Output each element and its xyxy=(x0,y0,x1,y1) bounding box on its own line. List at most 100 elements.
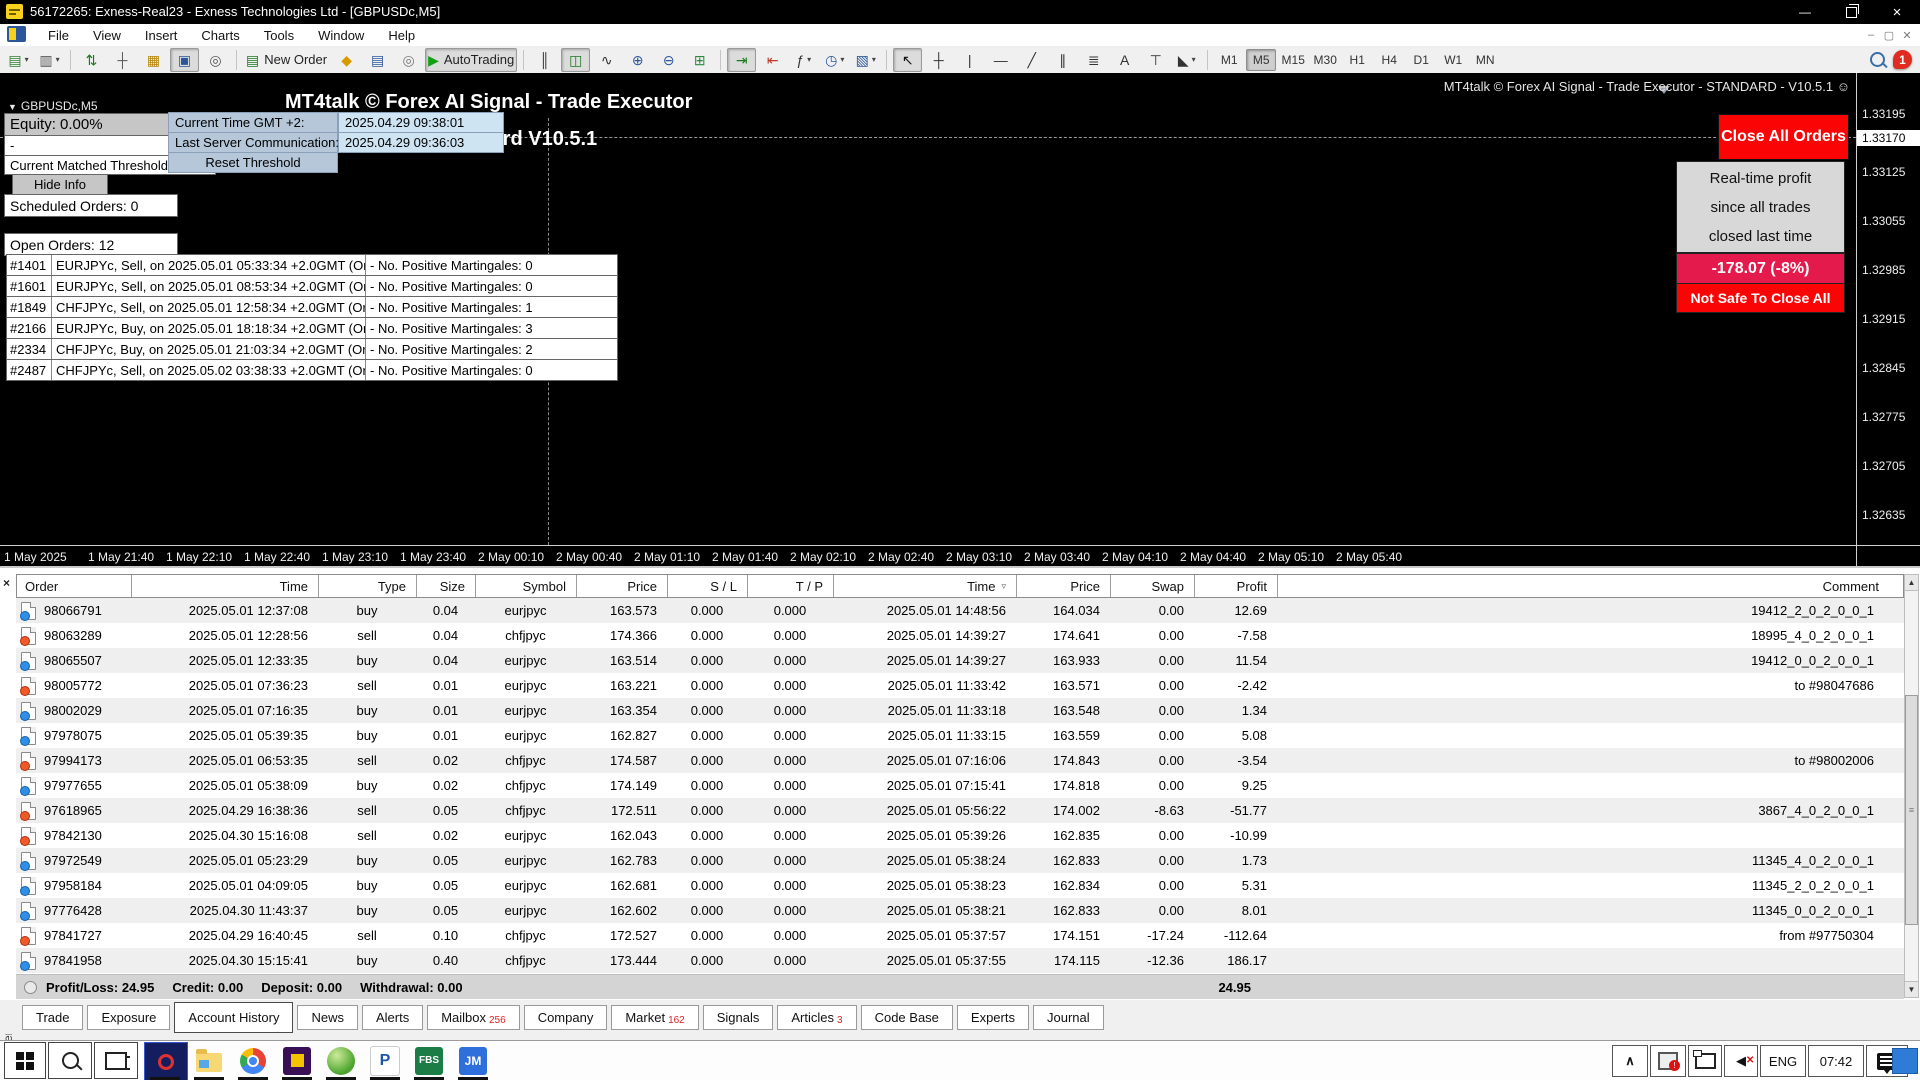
tray-network-icon[interactable] xyxy=(1688,1045,1722,1077)
timeframe-m1[interactable]: M1 xyxy=(1214,49,1244,71)
timeframe-mn[interactable]: MN xyxy=(1470,49,1500,71)
column-header-comment[interactable]: Comment xyxy=(1278,575,1889,597)
column-header-sl[interactable]: S / L xyxy=(668,575,748,597)
tab-market[interactable]: Market 162 xyxy=(611,1005,699,1030)
chart-area[interactable]: MT4talk © Forex AI Signal - Trade Execut… xyxy=(0,73,1920,566)
tab-journal[interactable]: Journal xyxy=(1032,1005,1104,1030)
tray-app-icon[interactable] xyxy=(1892,1048,1918,1074)
timeframe-m15[interactable]: M15 xyxy=(1278,49,1308,71)
history-row[interactable]: 98002029 2025.05.01 07:16:35 buy 0.01 eurjpy… xyxy=(16,698,1904,723)
line-chart-button[interactable]: ∿ xyxy=(592,48,621,72)
tab-news[interactable]: News xyxy=(297,1005,358,1030)
crosshair-button[interactable]: ┼ xyxy=(924,48,953,72)
history-row[interactable]: 97842130 2025.04.30 15:16:08 sell 0.02 eurjp… xyxy=(16,823,1904,848)
hide-info-button[interactable]: Hide Info xyxy=(12,174,108,195)
data-window-button[interactable]: ┼ xyxy=(108,48,137,72)
taskbar-app-terminal-green[interactable] xyxy=(320,1042,362,1079)
column-header-price[interactable]: Price xyxy=(577,575,668,597)
tab-code-base[interactable]: Code Base xyxy=(860,1005,953,1030)
reset-threshold-button[interactable]: Reset Threshold xyxy=(168,152,338,173)
start-button[interactable] xyxy=(4,1042,46,1079)
timeframe-d1[interactable]: D1 xyxy=(1406,49,1436,71)
bar-chart-button[interactable]: ║ xyxy=(530,48,559,72)
autotrading-button[interactable]: ▶ AutoTrading xyxy=(425,47,518,72)
tab-account-history[interactable]: Account History xyxy=(174,1002,294,1033)
history-row[interactable]: 97841958 2025.04.30 15:15:41 buy 0.40 chfjpy… xyxy=(16,948,1904,973)
menu-item-window[interactable]: Window xyxy=(306,28,376,43)
tab-company[interactable]: Company xyxy=(523,1005,608,1030)
tab-exposure[interactable]: Exposure xyxy=(87,1005,171,1030)
market-watch-button[interactable]: ⇅ xyxy=(77,48,106,72)
fibonacci-button[interactable]: ≣ xyxy=(1079,48,1108,72)
column-header-swap[interactable]: Swap xyxy=(1111,575,1195,597)
language-indicator[interactable]: ENG xyxy=(1760,1045,1806,1077)
equidistant-channel-button[interactable]: ∥ xyxy=(1048,48,1077,72)
history-row[interactable]: 98065507 2025.05.01 12:33:35 buy 0.04 eurjpy… xyxy=(16,648,1904,673)
column-header-price[interactable]: Price xyxy=(1017,575,1111,597)
history-row[interactable]: 97618965 2025.04.29 16:38:36 sell 0.05 chfjp… xyxy=(16,798,1904,823)
chart-close-button[interactable]: ✕ xyxy=(1898,29,1916,42)
history-row[interactable]: 97977655 2025.05.01 05:38:09 buy 0.02 chfjpy… xyxy=(16,773,1904,798)
chart-symbol-label[interactable]: ▼ GBPUSDc,M5 xyxy=(8,99,98,113)
menu-item-insert[interactable]: Insert xyxy=(133,28,190,43)
terminal-close-icon[interactable]: × xyxy=(3,576,10,590)
vertical-line-button[interactable]: | xyxy=(955,48,984,72)
history-row[interactable]: 97978075 2025.05.01 05:39:35 buy 0.01 eurjpy… xyxy=(16,723,1904,748)
menu-item-charts[interactable]: Charts xyxy=(189,28,251,43)
tray-volume-icon[interactable]: ◀ ✕ xyxy=(1724,1045,1758,1077)
timeframe-h1[interactable]: H1 xyxy=(1342,49,1372,71)
history-row[interactable]: 97776428 2025.04.30 11:43:37 buy 0.05 eurjpy… xyxy=(16,898,1904,923)
arrows-button[interactable]: ⊤ xyxy=(1141,48,1170,72)
menu-item-help[interactable]: Help xyxy=(376,28,427,43)
auto-scroll-button[interactable]: ⇥ xyxy=(727,47,757,72)
chart-restore-button[interactable]: ▢ xyxy=(1880,29,1898,42)
taskbar-app-explorer[interactable] xyxy=(188,1042,230,1079)
new-chart-button[interactable]: ▤ ▾ xyxy=(4,48,33,72)
zoom-in-button[interactable]: ⊕ xyxy=(623,48,652,72)
notification-badge[interactable]: 1 xyxy=(1893,50,1912,69)
zoom-out-button[interactable]: ⊖ xyxy=(654,48,683,72)
menu-item-file[interactable]: File xyxy=(36,28,81,43)
periods-button[interactable]: ◷ ▾ xyxy=(820,48,849,72)
clock[interactable]: 07:42 xyxy=(1808,1045,1864,1077)
taskbar-app-pepperstone[interactable]: P xyxy=(364,1042,406,1079)
tab-mailbox[interactable]: Mailbox 256 xyxy=(427,1005,520,1030)
menu-item-tools[interactable]: Tools xyxy=(252,28,306,43)
search-icon[interactable] xyxy=(1870,52,1885,67)
task-view-button[interactable] xyxy=(94,1042,138,1079)
cursor-button[interactable]: ↖ xyxy=(893,47,923,72)
taskbar-app-jm[interactable]: JM xyxy=(452,1042,494,1079)
scroll-down-icon[interactable]: ▼ xyxy=(1905,981,1918,997)
chart-minimize-button[interactable]: – xyxy=(1862,29,1880,41)
history-row[interactable]: 97994173 2025.05.01 06:53:35 sell 0.02 chfjp… xyxy=(16,748,1904,773)
shapes-button[interactable]: ◣ ▾ xyxy=(1172,48,1201,72)
tray-expand-button[interactable]: ∧ xyxy=(1612,1045,1648,1077)
history-row[interactable]: 97841727 2025.04.29 16:40:45 sell 0.10 chfjp… xyxy=(16,923,1904,948)
expert-advisors-button[interactable]: ▤ xyxy=(363,48,392,72)
tab-experts[interactable]: Experts xyxy=(956,1005,1029,1030)
trendline-button[interactable]: ╱ xyxy=(1017,48,1046,72)
candlestick-chart-button[interactable]: ◫ xyxy=(561,47,591,72)
indicators-button[interactable]: ƒ ▾ xyxy=(789,48,818,72)
tile-windows-button[interactable]: ⊞ xyxy=(685,48,714,72)
tab-trade[interactable]: Trade xyxy=(22,1005,84,1030)
taskbar-app-fbs[interactable]: FBS xyxy=(408,1042,450,1079)
timeframe-w1[interactable]: W1 xyxy=(1438,49,1468,71)
navigator-button[interactable]: ▦ xyxy=(139,48,168,72)
timeframe-m5[interactable]: M5 xyxy=(1246,48,1277,71)
metaeditor-button[interactable]: ◆ xyxy=(332,48,361,72)
tab-signals[interactable]: Signals xyxy=(702,1005,774,1030)
close-button[interactable]: × xyxy=(1874,0,1920,24)
scroll-up-icon[interactable]: ▲ xyxy=(1905,575,1918,591)
timeframe-h4[interactable]: H4 xyxy=(1374,49,1404,71)
history-row[interactable]: 98063289 2025.05.01 12:28:56 sell 0.04 chfjp… xyxy=(16,623,1904,648)
tab-articles[interactable]: Articles 3 xyxy=(777,1005,857,1030)
new-order-button[interactable]: ▤ New Order xyxy=(243,48,330,72)
minimize-button[interactable]: — xyxy=(1782,0,1828,24)
taskbar-search-button[interactable] xyxy=(48,1042,92,1079)
terminal-panel-button[interactable]: ▣ xyxy=(170,47,199,72)
column-header-size[interactable]: Size xyxy=(417,575,476,597)
taskbar-app-recorder[interactable] xyxy=(144,1042,188,1080)
vertical-scrollbar[interactable]: ▲ ≡ ▼ xyxy=(1904,574,1919,998)
column-header-symbol[interactable]: Symbol xyxy=(476,575,577,597)
